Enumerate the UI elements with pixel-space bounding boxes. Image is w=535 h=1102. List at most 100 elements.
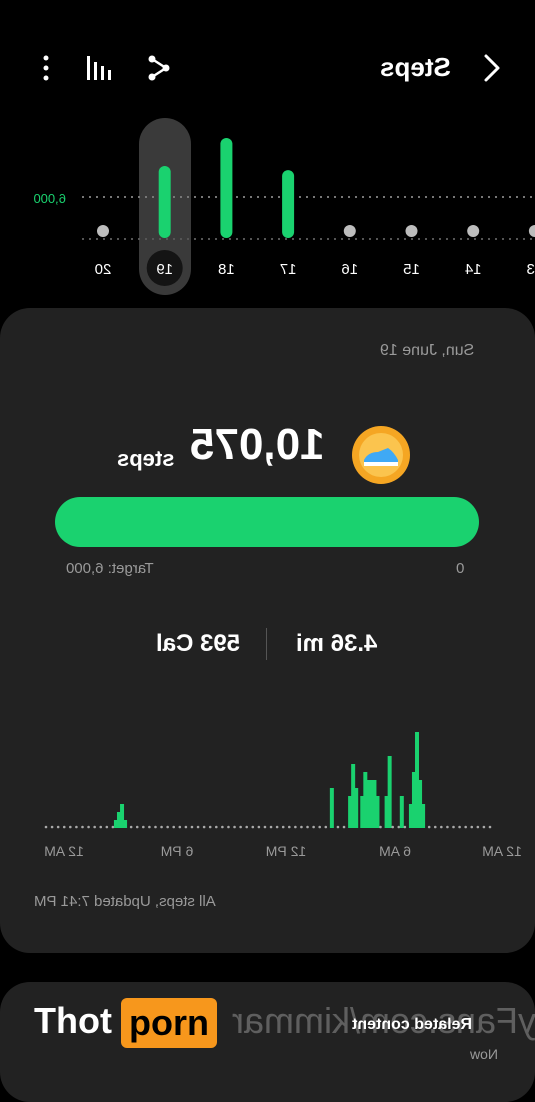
hourly-dot (318, 825, 321, 829)
week-dot[interactable] (528, 225, 535, 237)
hourly-dot (142, 825, 145, 829)
hourly-tick-label: 12 AM (44, 843, 84, 859)
hourly-bar (375, 796, 380, 828)
hourly-dot (190, 825, 194, 829)
hourly-dot (427, 825, 431, 829)
week-bar[interactable] (158, 166, 171, 238)
hourly-dot (281, 825, 285, 829)
week-day-label: 19 (156, 261, 173, 278)
hourly-dot (75, 825, 78, 829)
target-label: 6,000 (33, 191, 66, 206)
sneaker-medal-icon (350, 424, 412, 486)
hourly-dot (342, 825, 346, 829)
hourly-dot (446, 825, 449, 829)
hourly-dot (99, 825, 103, 829)
more-vert-icon[interactable] (30, 52, 62, 84)
target-text: Target: 6,000 (66, 560, 154, 577)
date-label: Sun, June 19 (380, 342, 475, 359)
week-dot[interactable] (97, 225, 109, 237)
hourly-tick-label: 12 PM (266, 843, 306, 859)
calories-value: 593 Cal (156, 630, 241, 657)
hourly-dot (294, 825, 297, 829)
week-steps-chart[interactable]: 6,000 20 19 18 17 16 15 14 13 (0, 110, 535, 300)
hourly-dot (178, 825, 182, 829)
hourly-dot (275, 825, 279, 829)
week-day-label: 20 (95, 261, 112, 278)
hourly-dot (263, 825, 267, 829)
hourly-dot (452, 825, 455, 829)
stat-divider (266, 628, 267, 660)
hourly-dot (135, 825, 139, 829)
hourly-dot (44, 825, 48, 829)
week-dot[interactable] (343, 225, 356, 237)
week-day-label: 17 (280, 261, 297, 278)
hourly-dot (391, 825, 394, 829)
hourly-dot (440, 825, 443, 829)
hourly-tick-label: 6 AM (379, 843, 411, 859)
hourly-dot (245, 825, 249, 829)
hourly-dot (221, 825, 224, 829)
week-bar[interactable] (282, 170, 295, 238)
hourly-dot (69, 825, 72, 829)
hourly-dot (257, 825, 261, 829)
hourly-dot (62, 825, 66, 829)
week-bar[interactable] (220, 138, 233, 238)
zero-label: 0 (456, 560, 465, 577)
hourly-dot (379, 825, 382, 829)
share-icon[interactable] (144, 52, 176, 84)
hourly-dot (105, 825, 109, 829)
hourly-dot (87, 825, 90, 829)
hourly-dot (111, 825, 115, 829)
hourly-dot (470, 825, 474, 829)
hourly-dot (403, 825, 407, 829)
watermark-url: OnlyFans.com/kimmar (232, 1000, 535, 1041)
steps-unit: steps (117, 446, 175, 471)
week-day-label: 13 (527, 261, 535, 278)
hourly-dot (202, 825, 206, 829)
hourly-dot (458, 825, 461, 829)
week-dot[interactable] (405, 225, 418, 237)
week-day-label: 16 (341, 261, 358, 278)
hourly-dot (154, 825, 157, 829)
hourly-dot (50, 825, 54, 829)
page-title: Steps (380, 52, 451, 82)
hourly-dot (251, 825, 255, 829)
hourly-bar (387, 756, 392, 828)
hourly-dot (464, 825, 467, 829)
hourly-dot (300, 825, 303, 829)
hourly-bar (399, 796, 404, 828)
hourly-dot (160, 825, 163, 829)
hourly-dot (482, 825, 486, 829)
week-day-label: 15 (403, 261, 420, 278)
hourly-dot (184, 825, 188, 829)
hourly-dot (233, 825, 236, 829)
hourly-bar (329, 788, 334, 828)
hourly-dot (324, 825, 328, 829)
hourly-steps-chart[interactable]: 12 AM 6 PM 12 PM 6 AM 12 AM (0, 720, 535, 870)
updated-text: All steps, Updated 7:41 PM (34, 893, 216, 910)
hourly-tick-label: 6 PM (161, 843, 194, 859)
hourly-dot (269, 825, 273, 829)
hourly-dot (93, 825, 96, 829)
hourly-dot (196, 825, 200, 829)
progress-bar (55, 497, 479, 547)
hourly-dot (433, 825, 437, 829)
hourly-dot (208, 825, 212, 829)
hourly-dot (215, 825, 218, 829)
hourly-dot (287, 825, 291, 829)
week-dot[interactable] (467, 225, 480, 237)
hourly-dot (336, 825, 340, 829)
hourly-dot (172, 825, 176, 829)
hourly-bar (123, 820, 128, 828)
hourly-bar (354, 788, 359, 828)
hourly-dot (166, 825, 169, 829)
distance-value: 4.36 mi (296, 630, 378, 657)
hourly-dot (476, 825, 480, 829)
hourly-dot (397, 825, 401, 829)
chevron-back-icon[interactable] (478, 52, 506, 84)
hourly-dot (227, 825, 230, 829)
related-subtitle: Now (470, 1046, 499, 1062)
hourly-dot (56, 825, 60, 829)
week-day-label: 18 (218, 261, 235, 278)
bar-chart-icon[interactable] (84, 52, 116, 84)
